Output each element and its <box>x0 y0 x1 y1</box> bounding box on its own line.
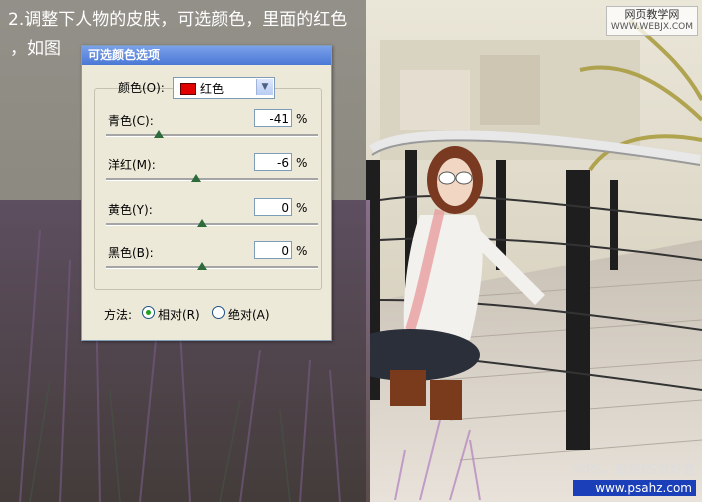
absolute-label[interactable]: 绝对(A) <box>228 306 270 323</box>
caption-line-1: 2.调整下人物的皮肤，可选颜色，里面的红色 <box>8 10 348 30</box>
yellow-slider-thumb[interactable] <box>197 219 207 227</box>
black-label: 黑色(B): <box>108 246 154 260</box>
black-input[interactable]: 0 <box>254 241 292 259</box>
color-select-value: 红色 <box>200 82 225 96</box>
color-select[interactable]: 红色 ▼ <box>173 77 275 99</box>
black-percent: % <box>296 244 308 258</box>
selective-color-dialog: 可选颜色选项 颜色(O): 红色 ▼ 青色(C): -41 % 洋红(M): -… <box>81 45 332 341</box>
yellow-input[interactable]: 0 <box>254 198 292 216</box>
site-name: 网页教学网 <box>624 8 680 21</box>
magenta-label: 洋红(M): <box>108 158 156 172</box>
yellow-slider-track[interactable] <box>106 223 318 226</box>
absolute-radio[interactable] <box>212 306 225 319</box>
yellow-percent: % <box>296 201 308 215</box>
chevron-down-icon[interactable]: ▼ <box>256 79 273 95</box>
dialog-title: 可选颜色选项 <box>82 46 331 65</box>
magenta-percent: % <box>296 156 308 170</box>
relative-radio[interactable] <box>142 306 155 319</box>
magenta-slider-thumb[interactable] <box>190 174 201 182</box>
magenta-input[interactable]: -6 <box>254 153 292 171</box>
cyan-label: 青色(C): <box>108 114 154 128</box>
site-watermark-bottom: 学PS，就到PS爱好者 www.psahz.com <box>572 459 696 496</box>
cyan-input[interactable]: -41 <box>254 109 292 127</box>
site-watermark-top: 网页教学网 WWW.WEBJX.COM <box>605 6 698 36</box>
magenta-slider-track[interactable] <box>106 178 318 181</box>
method-label: 方法: <box>104 308 133 322</box>
cyan-slider-track[interactable] <box>106 134 318 137</box>
black-slider-thumb[interactable] <box>197 262 207 270</box>
yellow-label: 黄色(Y): <box>108 203 153 217</box>
red-swatch <box>180 83 196 95</box>
slogan-text: 学PS，就到PS爱好者 <box>572 463 696 478</box>
black-slider-track[interactable] <box>106 266 318 269</box>
brand-url: www.psahz.com <box>572 480 696 496</box>
cyan-slider-thumb[interactable] <box>153 130 164 138</box>
cyan-percent: % <box>296 112 308 126</box>
color-label: 颜色(O): <box>118 81 165 95</box>
site-url: WWW.WEBJX.COM <box>610 22 693 32</box>
relative-label[interactable]: 相对(R) <box>158 306 200 323</box>
